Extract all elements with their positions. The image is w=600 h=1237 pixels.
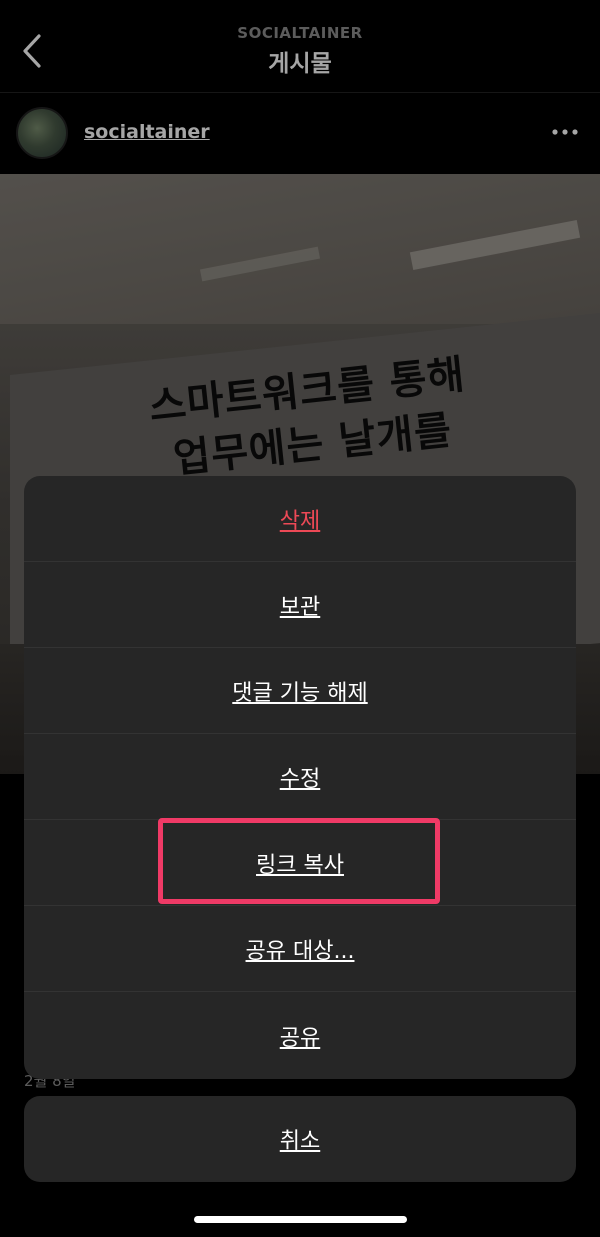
share-option[interactable]: 공유 xyxy=(24,992,576,1079)
cancel-button[interactable]: 취소 xyxy=(24,1096,576,1182)
edit-option[interactable]: 수정 xyxy=(24,734,576,820)
copy-link-option[interactable]: 링크 복사 xyxy=(24,820,576,906)
turn-off-comments-option[interactable]: 댓글 기능 해제 xyxy=(24,648,576,734)
home-indicator[interactable] xyxy=(194,1216,407,1223)
share-to-option[interactable]: 공유 대상... xyxy=(24,906,576,992)
archive-option[interactable]: 보관 xyxy=(24,562,576,648)
action-sheet: 삭제 보관 댓글 기능 해제 수정 링크 복사 공유 대상... 공유 xyxy=(24,476,576,1079)
delete-option[interactable]: 삭제 xyxy=(24,476,576,562)
